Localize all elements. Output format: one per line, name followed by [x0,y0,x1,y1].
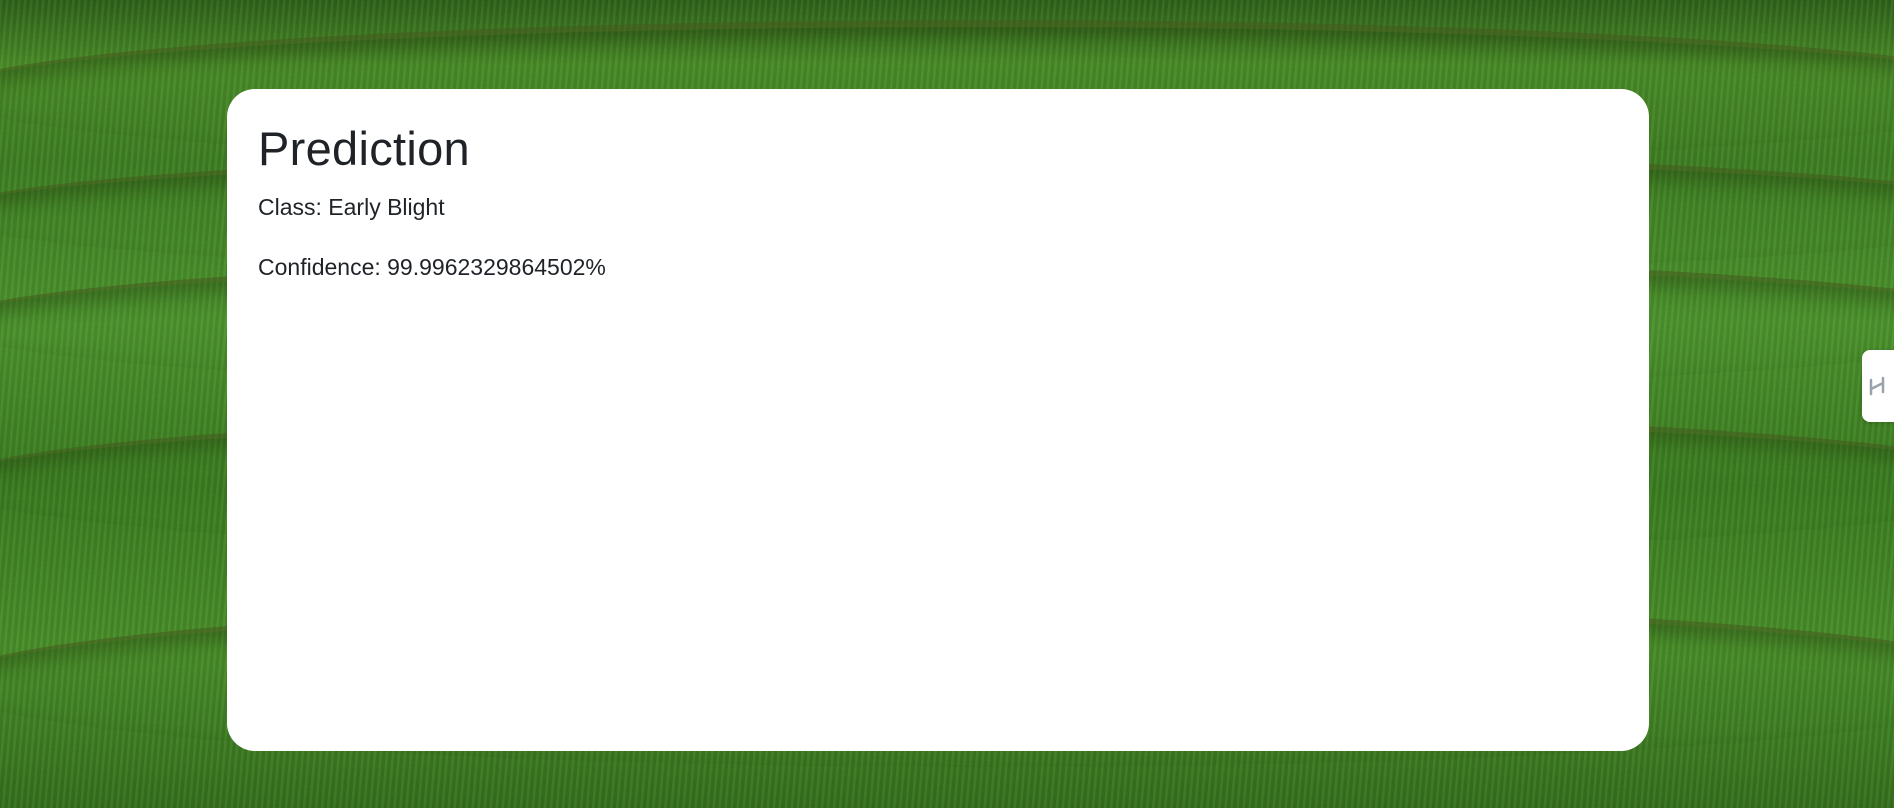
prediction-title: Prediction [258,122,470,175]
side-panel-toggle-button[interactable] [1862,350,1894,422]
prediction-confidence: Confidence: 99.9962329864502% [258,254,606,280]
collapse-handle-icon [1869,376,1885,396]
prediction-class: Class: Early Blight [258,194,445,220]
prediction-card: Prediction Class: Early Blight Confidenc… [227,89,1649,751]
